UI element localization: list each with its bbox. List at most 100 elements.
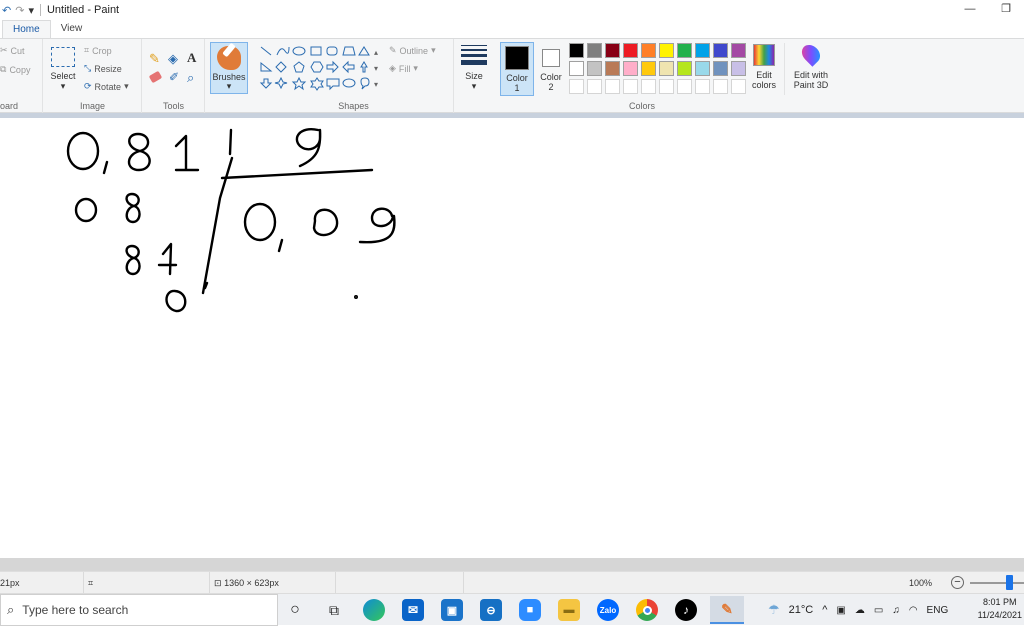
palette-color-swatch[interactable] — [677, 43, 692, 58]
rotate-button[interactable]: ⟳ Rotate ▾ — [84, 81, 129, 92]
crop-button[interactable]: ⌗ Crop — [84, 45, 112, 56]
palette-custom-slot[interactable] — [677, 79, 692, 94]
palette-color-swatch[interactable] — [605, 61, 620, 76]
text-tool-icon[interactable]: A — [187, 50, 196, 66]
palette-color-swatch[interactable] — [587, 61, 602, 76]
palette-color-swatch[interactable] — [695, 43, 710, 58]
tiktok-icon[interactable]: ♪ — [675, 599, 697, 621]
tab-home[interactable]: Home — [2, 20, 51, 38]
stroke-digit-8 — [127, 132, 151, 172]
shapes-scroll[interactable]: ▴ ▾ ▾ — [374, 45, 378, 93]
chrome-icon[interactable] — [636, 599, 658, 621]
palette-custom-slot[interactable] — [695, 79, 710, 94]
color2-button[interactable]: Color 2 — [536, 42, 566, 96]
magnifier-icon[interactable]: ⌕ — [187, 70, 194, 86]
rotate-label: Rotate — [94, 81, 122, 92]
outline-button[interactable]: ✎ Outline ▾ — [389, 45, 436, 56]
chevron-down-icon: ▾ — [226, 81, 232, 91]
palette-color-swatch[interactable] — [659, 61, 674, 76]
copy-button[interactable]: ⧉ Copy — [0, 64, 30, 75]
meet-now-icon[interactable]: ▣ — [836, 605, 845, 616]
color1-button[interactable]: Color 1 — [500, 42, 534, 96]
palette-custom-slot[interactable] — [713, 79, 728, 94]
restore-button[interactable]: ❐ — [988, 0, 1024, 20]
chevron-up-icon[interactable]: ^ — [822, 604, 827, 616]
palette-color-swatch[interactable] — [623, 61, 638, 76]
drawing-canvas[interactable] — [0, 118, 1024, 558]
palette-custom-slot[interactable] — [587, 79, 602, 94]
palette-custom-slot[interactable] — [569, 79, 584, 94]
select-button[interactable]: Select ▾ — [48, 47, 78, 91]
eraser-icon[interactable] — [148, 70, 163, 84]
horizontal-scrollbar[interactable] — [0, 558, 1024, 571]
color-picker-icon[interactable]: ✐ — [169, 70, 179, 84]
select-label: Select — [50, 71, 76, 81]
selection-size: ⌗ — [84, 572, 210, 594]
palette-color-swatch[interactable] — [659, 43, 674, 58]
palette-color-swatch[interactable] — [677, 61, 692, 76]
palette-color-swatch[interactable] — [695, 61, 710, 76]
zoom-meetings-icon[interactable]: ■ — [519, 599, 541, 621]
battery-icon[interactable]: ▭ — [874, 605, 883, 616]
fill-bucket-icon[interactable]: ◈ — [168, 51, 178, 67]
palette-custom-slot[interactable] — [731, 79, 746, 94]
onedrive-icon[interactable]: ☁ — [855, 605, 865, 616]
paint-app-icon[interactable]: ✎ — [710, 596, 744, 624]
zoom-out-button[interactable]: − — [951, 576, 964, 589]
palette-color-swatch[interactable] — [569, 61, 584, 76]
pencil-icon[interactable]: ✎ — [149, 51, 160, 67]
paint3d-label-2: Paint 3D — [793, 80, 829, 90]
palette-color-swatch[interactable] — [641, 43, 656, 58]
shapes-group: ▴ ▾ ▾ ✎ Outline ▾ ◈ Fill ▾ Shapes — [254, 39, 454, 113]
edit-with-paint3d-button[interactable]: Edit with Paint 3D — [786, 41, 836, 90]
zalo-icon[interactable]: Zalo — [597, 599, 619, 621]
line-shape-icon — [260, 46, 272, 56]
palette-color-swatch[interactable] — [605, 43, 620, 58]
clock[interactable]: 8:01 PM 11/24/2021 — [978, 596, 1022, 622]
edge-icon[interactable] — [363, 599, 385, 621]
chevron-down-icon: ▾ — [431, 45, 436, 55]
wifi-icon[interactable]: ◠ — [909, 605, 918, 616]
minimize-button[interactable]: — — [952, 0, 988, 20]
palette-custom-slot[interactable] — [659, 79, 674, 94]
weather-icon[interactable]: ☂ — [768, 602, 780, 618]
edit-colors-button[interactable]: Edit colors — [749, 44, 779, 90]
temperature-label[interactable]: 21°C — [789, 604, 814, 616]
fill-button[interactable]: ◈ Fill ▾ — [389, 63, 418, 74]
cortana-icon[interactable]: ○ — [284, 599, 306, 621]
redo-icon[interactable]: ↷ — [15, 4, 24, 17]
tab-view[interactable]: View — [51, 20, 93, 38]
palette-custom-slot[interactable] — [623, 79, 638, 94]
palette-color-swatch[interactable] — [713, 43, 728, 58]
app-icon-blue[interactable]: ⊖ — [480, 599, 502, 621]
mail-icon[interactable]: ✉ — [402, 599, 424, 621]
cut-button[interactable]: ✂ Cut — [0, 45, 25, 56]
stroke-quotient-0-2 — [312, 208, 339, 237]
palette-custom-slot[interactable] — [605, 79, 620, 94]
fill-label: Fill — [398, 63, 411, 74]
palette-color-swatch[interactable] — [713, 61, 728, 76]
resize-button[interactable]: ⤡ Resize — [84, 63, 122, 74]
stroke-bracket-top — [228, 128, 233, 156]
palette-color-swatch[interactable] — [731, 43, 746, 58]
shapes-gallery[interactable] — [259, 45, 376, 95]
task-view-icon[interactable]: ⧉ — [323, 599, 345, 621]
customize-quick-access-icon[interactable]: ▾ — [28, 4, 34, 17]
zoom-slider[interactable] — [970, 575, 1024, 590]
palette-color-swatch[interactable] — [641, 61, 656, 76]
size-button[interactable]: Size ▾ — [456, 45, 492, 91]
zoom-slider-thumb[interactable] — [1006, 575, 1013, 590]
palette-color-swatch[interactable] — [569, 43, 584, 58]
brushes-button[interactable]: Brushes ▾ — [210, 42, 248, 94]
file-explorer-icon[interactable]: ▬ — [558, 599, 580, 621]
palette-color-swatch[interactable] — [623, 43, 638, 58]
volume-icon[interactable]: ♫ — [892, 605, 900, 616]
triangle-shape-icon — [358, 46, 370, 56]
palette-custom-slot[interactable] — [641, 79, 656, 94]
taskbar-search-box[interactable]: ⌕ Type here to search — [0, 594, 278, 626]
palette-color-swatch[interactable] — [587, 43, 602, 58]
palette-color-swatch[interactable] — [731, 61, 746, 76]
undo-icon[interactable]: ↶ — [2, 4, 11, 17]
store-icon[interactable]: ▣ — [441, 599, 463, 621]
language-label[interactable]: ENG — [927, 605, 949, 616]
